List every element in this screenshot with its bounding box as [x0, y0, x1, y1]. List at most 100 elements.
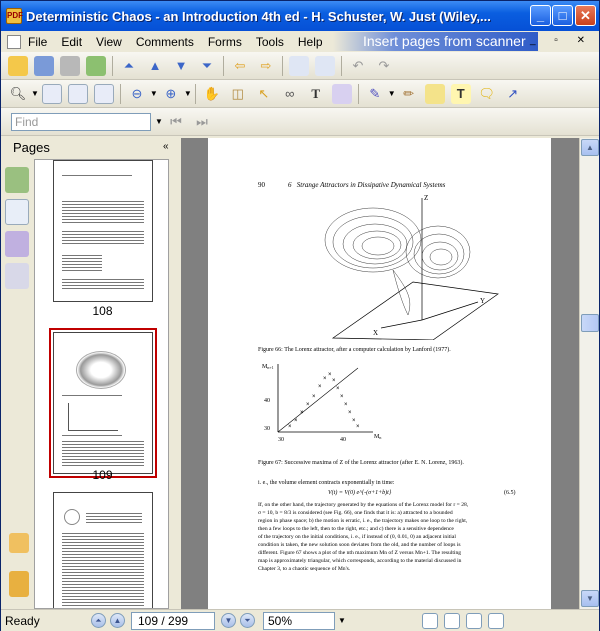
separator [357, 83, 359, 104]
svg-text:Mn: Mn [374, 434, 381, 440]
x-tick-40: 40 [340, 437, 346, 443]
document-page: 90 6 Strange Attractors in Dissipative D… [208, 138, 551, 609]
save-icon[interactable] [34, 55, 54, 76]
menu-edit[interactable]: Edit [54, 35, 89, 49]
body-line: condition is taken, the new solution soo… [258, 542, 461, 548]
menu-forms[interactable]: Forms [201, 35, 249, 49]
first-page-icon[interactable]: ⏶ [119, 56, 139, 76]
binoculars-icon[interactable]: ∞ [280, 84, 300, 104]
status-next-page-icon[interactable]: ▼ [221, 613, 236, 628]
y-tick-40: 40 [264, 398, 270, 404]
maximize-button[interactable]: □ [552, 5, 573, 26]
facing-icon[interactable] [466, 613, 482, 629]
layers-tab-icon[interactable] [5, 231, 29, 257]
y-label-sub: n+1 [267, 365, 273, 370]
body-line: map is approximately triangular, which c… [258, 558, 462, 564]
status-last-page-icon[interactable]: ⏷ [240, 613, 255, 628]
highlight-icon[interactable] [424, 83, 445, 104]
page-thumbnail[interactable] [53, 492, 153, 608]
menu-file[interactable]: File [21, 35, 54, 49]
find-next-icon[interactable]: ⏭ [192, 112, 212, 132]
body-line: Chapter 3, to a chaotic sequence of Mn's… [258, 566, 351, 572]
zoom-in-icon[interactable]: ⊕ [161, 84, 181, 104]
close-button[interactable]: ✕ [575, 5, 596, 26]
scrollbar-thumb[interactable] [581, 314, 599, 332]
chevron-down-icon[interactable]: ▼ [155, 117, 163, 126]
edit-text-icon[interactable]: ✎ [365, 84, 385, 104]
continuous-facing-icon[interactable] [488, 613, 504, 629]
status-previous-page-icon[interactable]: ▲ [110, 613, 125, 628]
pencil-icon[interactable]: ✏ [399, 84, 419, 104]
svg-text:×: × [294, 418, 298, 424]
arrow-tool-icon[interactable]: ↗ [503, 84, 523, 104]
svg-text:Mn+1: Mn+1 [262, 364, 274, 370]
undo-icon[interactable]: ↶ [348, 56, 368, 76]
status-first-page-icon[interactable]: ⏶ [91, 613, 106, 628]
chevron-down-icon[interactable]: ▼ [184, 89, 192, 98]
fit-page-icon[interactable] [67, 83, 88, 104]
email-icon[interactable] [86, 55, 106, 76]
svg-text:×: × [318, 384, 322, 390]
thumbnail-scrollbar[interactable] [169, 159, 179, 609]
svg-text:×: × [336, 386, 340, 392]
chevron-down-icon[interactable]: ▼ [388, 89, 396, 98]
menu-tools[interactable]: Tools [249, 35, 291, 49]
menu-help[interactable]: Help [291, 35, 330, 49]
zoom-level-select[interactable]: 50% [263, 611, 335, 630]
document-view[interactable]: 90 6 Strange Attractors in Dissipative D… [181, 138, 579, 609]
snapshot-icon[interactable]: ◫ [228, 84, 248, 104]
actual-size-icon[interactable] [41, 83, 62, 104]
forward-arrow-icon[interactable]: ⇨ [256, 56, 276, 76]
svg-text:×: × [344, 402, 348, 408]
last-page-icon[interactable]: ⏷ [197, 56, 217, 76]
title-bar[interactable]: PDF Deterministic Chaos - an Introductio… [1, 1, 599, 31]
fit-width-icon[interactable] [93, 83, 114, 104]
select-arrow-icon[interactable]: ↖ [254, 84, 274, 104]
thumbnail-list[interactable]: 108 109 [34, 159, 169, 609]
insert-pages-icon[interactable] [315, 55, 335, 76]
zoom-out-icon[interactable]: ⊖ [127, 84, 147, 104]
document-icon[interactable] [7, 34, 21, 49]
extract-pages-icon[interactable] [289, 55, 309, 76]
open-folder-icon[interactable] [8, 55, 28, 76]
previous-page-icon[interactable]: ▲ [145, 56, 165, 76]
redo-icon[interactable]: ↷ [374, 56, 394, 76]
comments-tab-icon[interactable] [9, 533, 29, 553]
minimize-button[interactable]: _ [530, 5, 551, 26]
pdf-app-icon: PDF [6, 8, 23, 24]
note-icon[interactable]: 🗨︎ [477, 84, 497, 104]
continuous-icon[interactable] [444, 613, 460, 629]
menu-comments[interactable]: Comments [129, 35, 201, 49]
menu-view[interactable]: View [89, 35, 129, 49]
scroll-up-icon[interactable]: ▲ [581, 139, 599, 156]
attachments-tab-icon[interactable] [5, 263, 29, 289]
chevron-down-icon[interactable]: ▼ [31, 89, 39, 98]
insert-pages-banner[interactable]: Insert pages from scanner [333, 32, 538, 51]
back-arrow-icon[interactable]: ⇦ [230, 56, 250, 76]
mdi-window-controls[interactable]: _ ▫ ✕ [530, 35, 593, 46]
hand-tool-icon[interactable]: ✋ [202, 84, 222, 104]
page-thumbnail[interactable] [53, 160, 153, 302]
x-tick-30: 30 [278, 437, 284, 443]
zoom-icon[interactable]: 🔍︎ [8, 84, 28, 104]
equation-number: (6.5) [504, 490, 516, 496]
scroll-down-icon[interactable]: ▼ [581, 590, 599, 607]
vertical-scrollbar[interactable]: ▲ ▼ [579, 138, 599, 609]
single-page-icon[interactable] [422, 613, 438, 629]
collapse-panel-icon[interactable]: « [163, 141, 169, 152]
body-intro: i. e., the volume element contracts expo… [258, 480, 395, 486]
chevron-down-icon[interactable]: ▼ [338, 616, 346, 625]
typewriter-icon[interactable]: T [450, 83, 471, 104]
chevron-down-icon[interactable]: ▼ [150, 89, 158, 98]
print-icon[interactable] [60, 55, 80, 76]
page-thumbnail-selected[interactable] [53, 332, 153, 474]
image-select-icon[interactable] [331, 83, 352, 104]
page-number-input[interactable]: 109 / 299 [131, 611, 215, 630]
find-input[interactable]: Find [11, 112, 151, 131]
find-previous-icon[interactable]: ⏮ [166, 112, 186, 132]
paperclip-icon[interactable] [9, 571, 29, 597]
bookmarks-tab-icon[interactable] [5, 167, 29, 193]
text-select-icon[interactable]: T [306, 84, 326, 104]
pages-tab-icon[interactable] [5, 199, 29, 225]
next-page-icon[interactable]: ▼ [171, 56, 191, 76]
